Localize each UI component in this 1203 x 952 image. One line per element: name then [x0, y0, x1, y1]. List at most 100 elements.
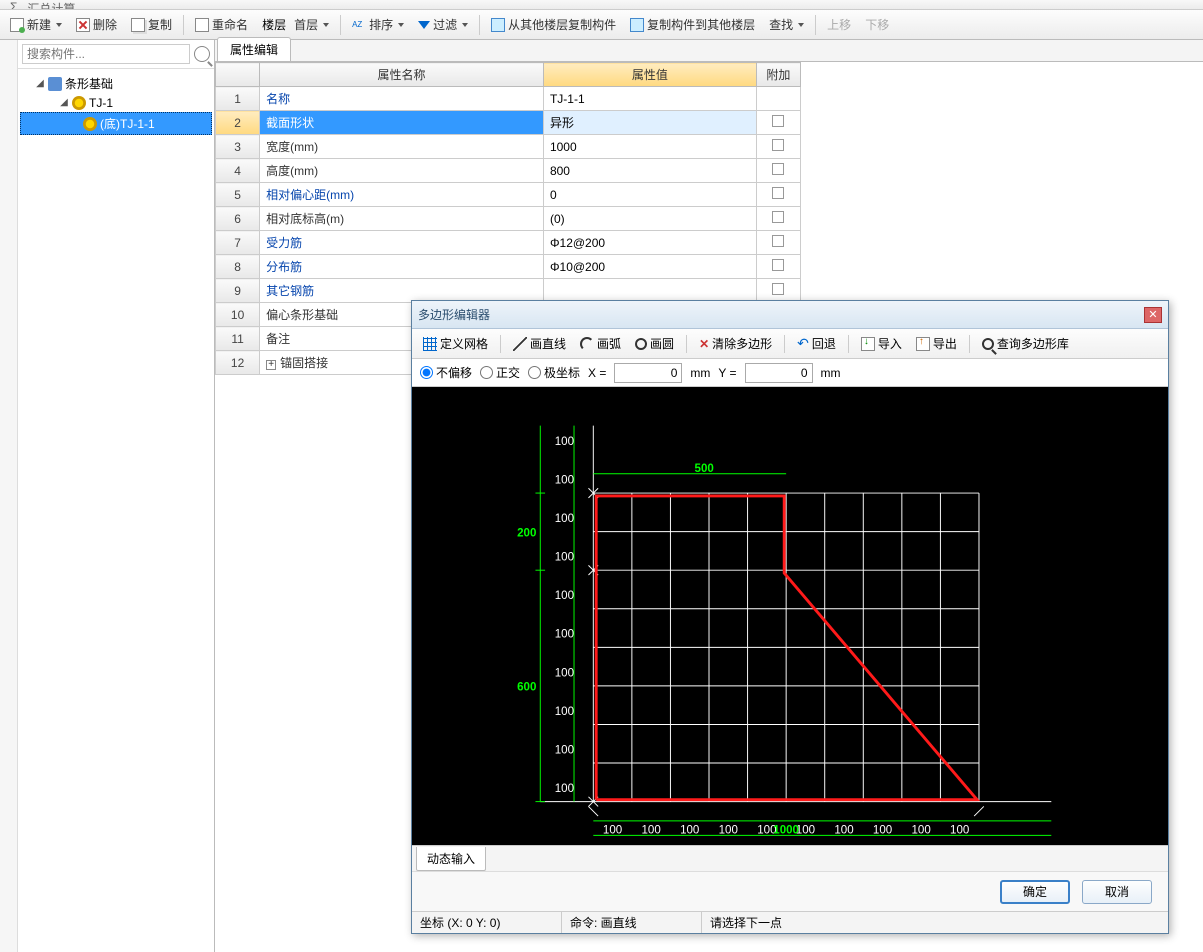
property-row[interactable]: 2截面形状异形 — [216, 111, 801, 135]
move-down-button[interactable]: 下移 — [859, 13, 895, 36]
col-extra: 附加 — [756, 63, 800, 87]
status-hint: 请选择下一点 — [702, 912, 1168, 933]
chevron-down-icon — [323, 23, 329, 27]
draw-line-button[interactable]: 画直线 — [508, 332, 571, 355]
main-toolbar: 新建 删除 复制 重命名 楼层 首层 排序 过滤 从其他楼层复制构件 复制构件到… — [0, 10, 1203, 40]
radio-ortho[interactable]: 正交 — [480, 364, 520, 381]
svg-text:500: 500 — [695, 463, 714, 475]
svg-text:100: 100 — [719, 824, 738, 836]
ok-button[interactable]: 确定 — [1000, 880, 1070, 904]
define-grid-button[interactable]: 定义网格 — [418, 332, 493, 355]
floor-label: 楼层 — [262, 16, 286, 33]
svg-text:100: 100 — [603, 824, 622, 836]
svg-text:100: 100 — [555, 667, 574, 679]
dialog-toolbar: 定义网格 画直线 画弧 画圆 清除多边形 回退 导入 导出 查询多边形库 — [412, 329, 1168, 359]
undo-button[interactable]: 回退 — [792, 332, 841, 355]
svg-text:100: 100 — [680, 824, 699, 836]
cancel-button[interactable]: 取消 — [1082, 880, 1152, 904]
svg-text:100: 100 — [555, 552, 574, 564]
draw-circle-button[interactable]: 画圆 — [630, 332, 679, 355]
move-up-button[interactable]: 上移 — [821, 13, 857, 36]
draw-arc-button[interactable]: 画弧 — [575, 332, 626, 355]
svg-text:600: 600 — [517, 682, 536, 694]
property-row[interactable]: 1名称TJ-1-1 — [216, 87, 801, 111]
undo-icon — [797, 335, 809, 352]
dialog-status-bar: 坐标 (X: 0 Y: 0) 命令: 画直线 请选择下一点 — [412, 911, 1168, 933]
col-value: 属性值 — [543, 63, 756, 87]
drawing-canvas[interactable]: 100 100 100 100 100 100 100 100 100 100 200 6… — [412, 387, 1168, 845]
tree-root[interactable]: ◢ 条形基础 — [20, 73, 212, 94]
copy-from-floor-button[interactable]: 从其他楼层复制构件 — [485, 13, 622, 36]
delete-button[interactable]: 删除 — [70, 13, 123, 36]
checkbox[interactable] — [772, 211, 784, 223]
sort-button[interactable]: 排序 — [346, 13, 410, 36]
collapse-icon[interactable]: ◢ — [58, 97, 70, 109]
floor-select[interactable]: 首层 — [288, 13, 335, 36]
export-button[interactable]: 导出 — [911, 332, 962, 355]
export-icon — [916, 337, 930, 351]
radio-no-offset[interactable]: 不偏移 — [420, 364, 472, 381]
tree-item-tj1[interactable]: ◢ TJ-1 — [20, 94, 212, 112]
svg-text:100: 100 — [950, 824, 969, 836]
dialog-title: 多边形编辑器 — [418, 306, 1144, 323]
svg-text:100: 100 — [555, 744, 574, 756]
checkbox[interactable] — [772, 163, 784, 175]
collapse-icon[interactable]: ◢ — [34, 78, 46, 90]
new-button[interactable]: 新建 — [4, 13, 68, 36]
property-row[interactable]: 7受力筋Φ12@200 — [216, 231, 801, 255]
x-input[interactable] — [614, 363, 682, 383]
property-row[interactable]: 8分布筋Φ10@200 — [216, 255, 801, 279]
svg-text:100: 100 — [555, 513, 574, 525]
clear-polygon-button[interactable]: 清除多边形 — [694, 332, 777, 355]
import-icon — [861, 337, 875, 351]
checkbox[interactable] — [772, 235, 784, 247]
circle-icon — [635, 338, 647, 350]
property-row[interactable]: 5相对偏心距(mm)0 — [216, 183, 801, 207]
y-input[interactable] — [745, 363, 813, 383]
rename-button[interactable]: 重命名 — [189, 13, 254, 36]
close-button[interactable]: ✕ — [1144, 307, 1162, 323]
checkbox[interactable] — [772, 259, 784, 271]
checkbox[interactable] — [772, 115, 784, 127]
tab-dynamic-input[interactable]: 动态输入 — [416, 847, 486, 871]
tree-item-tj1-1[interactable]: (底)TJ-1-1 — [20, 112, 212, 135]
copy-button[interactable]: 复制 — [125, 13, 178, 36]
left-panel: ◢ 条形基础 ◢ TJ-1 (底)TJ-1-1 — [0, 40, 215, 952]
radio-polar[interactable]: 极坐标 — [528, 364, 580, 381]
svg-text:100: 100 — [642, 824, 661, 836]
delete-icon — [76, 18, 90, 32]
find-button[interactable]: 查找 — [763, 13, 810, 36]
checkbox[interactable] — [772, 187, 784, 199]
x-unit: mm — [690, 366, 710, 380]
import-button[interactable]: 导入 — [856, 332, 907, 355]
chevron-down-icon — [798, 23, 804, 27]
status-coord: 坐标 (X: 0 Y: 0) — [412, 912, 562, 933]
svg-text:200: 200 — [517, 527, 536, 539]
svg-text:100: 100 — [555, 474, 574, 486]
chevron-down-icon — [56, 23, 62, 27]
coord-bar: 不偏移 正交 极坐标 X = mm Y = mm — [412, 359, 1168, 387]
search-icon — [982, 338, 994, 350]
search-icon[interactable] — [194, 46, 210, 62]
copy-icon — [131, 18, 145, 32]
wrench-icon — [48, 77, 62, 91]
search-input[interactable] — [22, 44, 190, 64]
grid-icon — [423, 337, 437, 351]
sort-icon — [352, 18, 366, 32]
property-row[interactable]: 6相对底标高(m)(0) — [216, 207, 801, 231]
chevron-down-icon — [398, 23, 404, 27]
rename-icon — [195, 18, 209, 32]
search-box — [18, 40, 214, 69]
property-row[interactable]: 3宽度(mm)1000 — [216, 135, 801, 159]
checkbox[interactable] — [772, 283, 784, 295]
dialog-titlebar[interactable]: 多边形编辑器 ✕ — [412, 301, 1168, 329]
top-cutoff-toolbar: Σ汇总计算 — [0, 0, 1203, 10]
copy-to-floor-button[interactable]: 复制构件到其他楼层 — [624, 13, 761, 36]
checkbox[interactable] — [772, 139, 784, 151]
property-row[interactable]: 4高度(mm)800 — [216, 159, 801, 183]
line-icon — [513, 337, 527, 351]
tab-property-edit[interactable]: 属性编辑 — [217, 37, 291, 61]
property-row[interactable]: 9其它钢筋 — [216, 279, 801, 303]
filter-button[interactable]: 过滤 — [412, 13, 474, 36]
search-polygon-lib-button[interactable]: 查询多边形库 — [977, 332, 1074, 355]
